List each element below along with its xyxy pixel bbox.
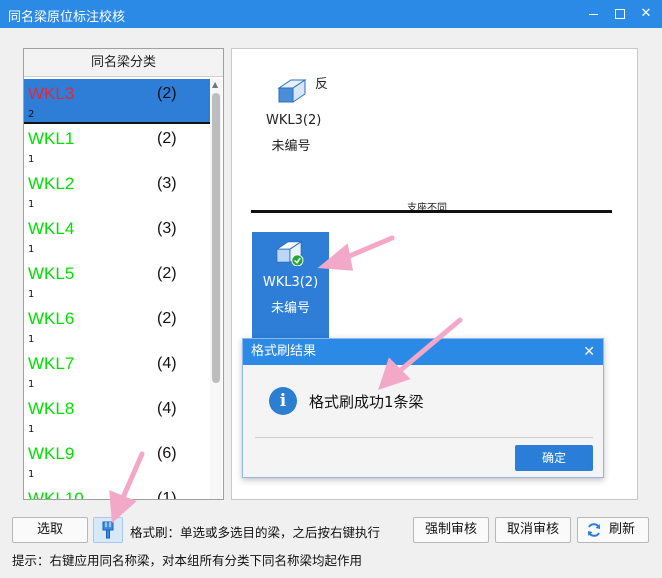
item-count: (2) (157, 265, 177, 282)
item-sub: 1 (28, 244, 35, 255)
selected-beam-card[interactable]: WKL3(2) 未编号 (252, 232, 329, 344)
beam-status: 未编号 (270, 301, 310, 316)
item-count: (3) (157, 175, 177, 192)
scrollbar-thumb[interactable] (212, 93, 220, 383)
dialog-close-icon[interactable]: ✕ (583, 339, 595, 365)
maximize-icon[interactable] (610, 4, 630, 24)
refresh-label: 刷新 (608, 522, 635, 537)
list-item[interactable]: WKL5 (2) 1 (24, 259, 210, 304)
hint-text: 提示：右键应用同名称梁，对本组所有分类下同名称梁均起作用 (12, 553, 363, 568)
item-sub: 1 (28, 154, 35, 165)
window-title: 同名梁原位标注校核 (8, 10, 126, 25)
item-name: WKL7 (28, 354, 75, 373)
item-count: (3) (157, 220, 177, 237)
item-count: (6) (157, 445, 177, 462)
item-name: WKL1 (28, 129, 75, 148)
format-brush-button[interactable] (93, 517, 123, 543)
item-sub: 1 (28, 379, 35, 390)
refresh-button[interactable]: 刷新 (577, 517, 649, 543)
item-name: WKL4 (28, 219, 75, 238)
item-name: WKL8 (28, 399, 75, 418)
item-sub: 1 (28, 424, 35, 435)
item-name: WKL10 (28, 489, 84, 500)
scroll-up-icon[interactable]: ▲ (212, 81, 220, 89)
beam-category-list: 同名梁分类 WKL3 (2) 2 WKL1 (2) 1 WKL2 (3) 1 W… (23, 48, 224, 500)
list-item[interactable]: WKL7 (4) 1 (24, 349, 210, 394)
dialog-title-bar: 格式刷结果 ✕ (243, 339, 603, 365)
refresh-icon (588, 523, 600, 537)
list-header: 同名梁分类 (24, 49, 223, 77)
item-count: (4) (157, 355, 177, 372)
beam-status: 未编号 (271, 139, 311, 154)
dialog-message: 格式刷成功1条梁 (309, 393, 424, 411)
list-item[interactable]: WKL4 (3) 1 (24, 214, 210, 259)
list-item[interactable]: WKL3 (2) 2 (24, 79, 210, 124)
force-review-button[interactable]: 强制审核 (413, 517, 489, 543)
list-rows: WKL3 (2) 2 WKL1 (2) 1 WKL2 (3) 1 WKL4 (3… (24, 79, 210, 500)
result-dialog: 格式刷结果 ✕ i 格式刷成功1条梁 确定 (242, 338, 604, 478)
item-count: (2) (157, 130, 177, 147)
group-divider (251, 210, 612, 213)
item-count: (2) (157, 85, 177, 102)
beam-label: WKL3(2) (266, 113, 322, 128)
list-item[interactable]: WKL2 (3) 1 (24, 169, 210, 214)
item-sub: 2 (28, 109, 35, 120)
format-brush-instruction: 格式刷：单选或多选目的梁，之后按右键执行 (130, 525, 381, 540)
beam-icon[interactable] (277, 76, 307, 104)
list-item[interactable]: WKL1 (2) 1 (24, 124, 210, 169)
ok-button[interactable]: 确定 (515, 445, 593, 471)
item-sub: 1 (28, 334, 35, 345)
item-sub: 1 (28, 469, 35, 480)
item-name: WKL9 (28, 444, 75, 463)
list-item[interactable]: WKL9 (6) 1 (24, 439, 210, 484)
close-icon[interactable]: ✕ (636, 4, 656, 24)
select-button[interactable]: 选取 (12, 517, 88, 543)
item-sub: 1 (28, 289, 35, 300)
beam-icon (275, 240, 304, 266)
item-sub: 1 (28, 199, 35, 210)
list-item[interactable]: WKL6 (2) 1 (24, 304, 210, 349)
item-name: WKL5 (28, 264, 75, 283)
reverse-tag: 反 (315, 77, 329, 92)
info-icon: i (269, 387, 297, 415)
title-bar: 同名梁原位标注校核 ✕ (0, 0, 662, 28)
list-item[interactable]: WKL8 (4) 1 (24, 394, 210, 439)
minimize-icon[interactable] (584, 4, 604, 24)
item-name: WKL6 (28, 309, 75, 328)
format-brush-icon (102, 521, 114, 539)
item-name: WKL2 (28, 174, 75, 193)
dialog-separator (255, 437, 593, 438)
list-item[interactable]: WKL10 (1) (24, 484, 210, 500)
item-count: (2) (157, 310, 177, 327)
item-count: (4) (157, 400, 177, 417)
dialog-title: 格式刷结果 (251, 344, 317, 359)
beam-label: WKL3(2) (262, 275, 319, 290)
cancel-review-button[interactable]: 取消审核 (495, 517, 571, 543)
item-name: WKL3 (28, 84, 75, 103)
item-count: (1) (157, 490, 177, 500)
